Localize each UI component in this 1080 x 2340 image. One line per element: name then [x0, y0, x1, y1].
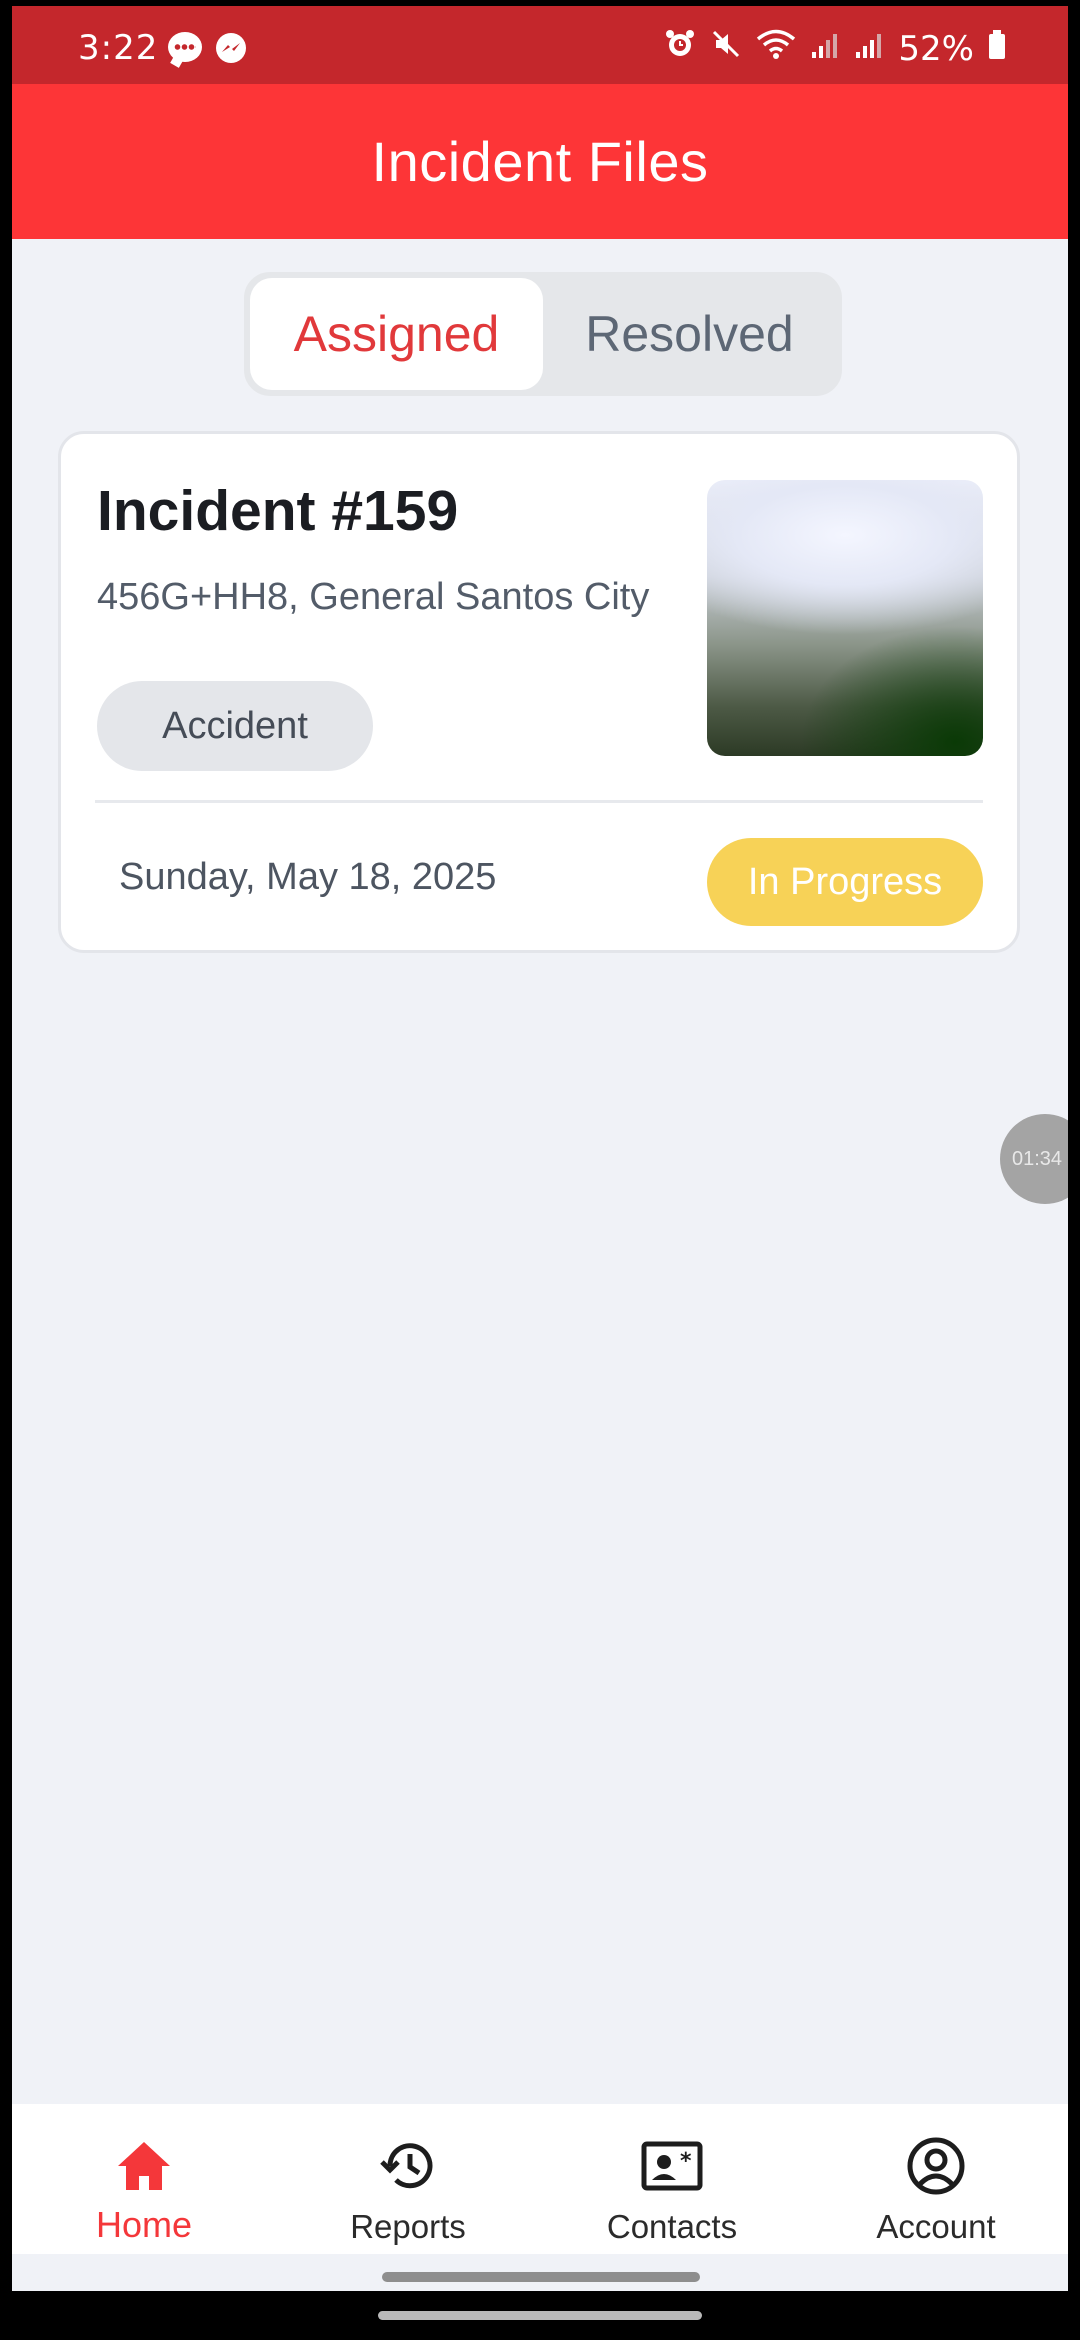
status-badge: In Progress: [707, 838, 983, 926]
account-icon: [904, 2134, 968, 2198]
home-icon: [112, 2134, 176, 2198]
nav-contacts[interactable]: * Contacts: [540, 2104, 804, 2254]
messenger-icon: [214, 32, 248, 75]
signal-icon: [810, 29, 840, 69]
page-title: Incident Files: [371, 130, 709, 193]
bottom-navigation: Home Reports * Contacts Account: [12, 2104, 1068, 2254]
gesture-handle[interactable]: [382, 2272, 700, 2282]
history-icon: [376, 2134, 440, 2198]
nav-home[interactable]: Home: [12, 2104, 276, 2254]
system-icons: 52%: [664, 28, 1006, 69]
status-bar: 3:22 52%: [12, 6, 1068, 84]
tab-switcher: Assigned Resolved: [244, 272, 842, 396]
svg-text:*: *: [680, 2149, 692, 2174]
mute-icon: [710, 28, 742, 69]
battery-percent: 52%: [898, 28, 974, 69]
nav-reports-label: Reports: [350, 2208, 466, 2245]
wifi-icon: [756, 28, 796, 69]
phone-screen: 3:22 52% Incident Files Assigned Resolve…: [12, 6, 1068, 2291]
battery-icon: [988, 29, 1006, 69]
system-home-indicator[interactable]: [378, 2311, 702, 2320]
gesture-area: [12, 2254, 1068, 2291]
floating-timer-bubble[interactable]: 01:34: [1000, 1114, 1068, 1204]
incident-category-chip: Accident: [97, 681, 373, 771]
incident-title: Incident #159: [97, 479, 459, 543]
card-divider: [95, 800, 983, 803]
alarm-icon: [664, 28, 696, 69]
chat-bubble-icon: [168, 32, 202, 62]
signal-icon: [854, 29, 884, 69]
nav-contacts-label: Contacts: [606, 2208, 738, 2245]
incident-photo-thumbnail[interactable]: [707, 480, 983, 756]
app-header: Incident Files: [12, 84, 1068, 239]
incident-card[interactable]: Incident #159 456G+HH8, General Santos C…: [58, 431, 1020, 953]
nav-home-label: Home: [95, 2204, 193, 2245]
status-time: 3:22: [78, 28, 159, 68]
nav-account[interactable]: Account: [804, 2104, 1068, 2254]
notification-icons: [168, 32, 248, 75]
incident-address: 456G+HH8, General Santos City: [97, 576, 650, 618]
nav-account-label: Account: [876, 2208, 996, 2245]
nav-reports[interactable]: Reports: [276, 2104, 540, 2254]
tab-assigned[interactable]: Assigned: [250, 278, 543, 390]
tab-resolved[interactable]: Resolved: [543, 278, 836, 390]
contact-card-icon: *: [640, 2134, 704, 2198]
incident-date: Sunday, May 18, 2025: [119, 856, 497, 898]
